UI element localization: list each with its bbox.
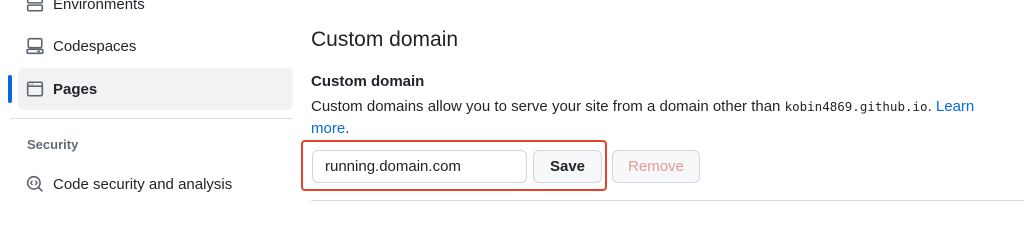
active-indicator [8,75,12,103]
sidebar-item-label: Pages [53,80,98,98]
field-title: Custom domain [311,73,425,90]
sidebar-item-environments[interactable]: Environments [18,0,293,25]
codescan-icon [26,175,43,192]
custom-domain-input[interactable] [312,150,527,183]
sidebar-item-code-security[interactable]: Code security and analysis [18,163,293,205]
save-button[interactable]: Save [533,150,602,183]
settings-sidebar: Environments Codespaces Pages Security C… [0,0,300,202]
settings-page: Environments Codespaces Pages Security C… [0,0,1024,202]
sidebar-item-label: Codespaces [53,37,137,55]
browser-icon [26,81,44,97]
description-suffix: . [345,120,350,137]
codespaces-icon [26,37,44,55]
remove-button[interactable]: Remove [612,150,700,183]
page-title: Custom domain [311,28,459,51]
section-divider [311,200,1024,201]
server-icon [26,0,44,12]
sidebar-item-codespaces[interactable]: Codespaces [18,25,293,67]
sidebar-item-pages[interactable]: Pages [18,68,293,110]
pages-domain: kobin4869.github.io [784,99,928,114]
description-suffix: . [927,98,932,115]
description-text: Custom domains allow you to serve your s… [311,98,785,115]
sidebar-item-label: Code security and analysis [53,175,233,193]
sidebar-item-label: Environments [53,0,145,13]
field-description: Custom domains allow you to serve your s… [311,96,1011,140]
sidebar-divider [10,118,293,119]
sidebar-section-heading: Security [27,137,79,152]
